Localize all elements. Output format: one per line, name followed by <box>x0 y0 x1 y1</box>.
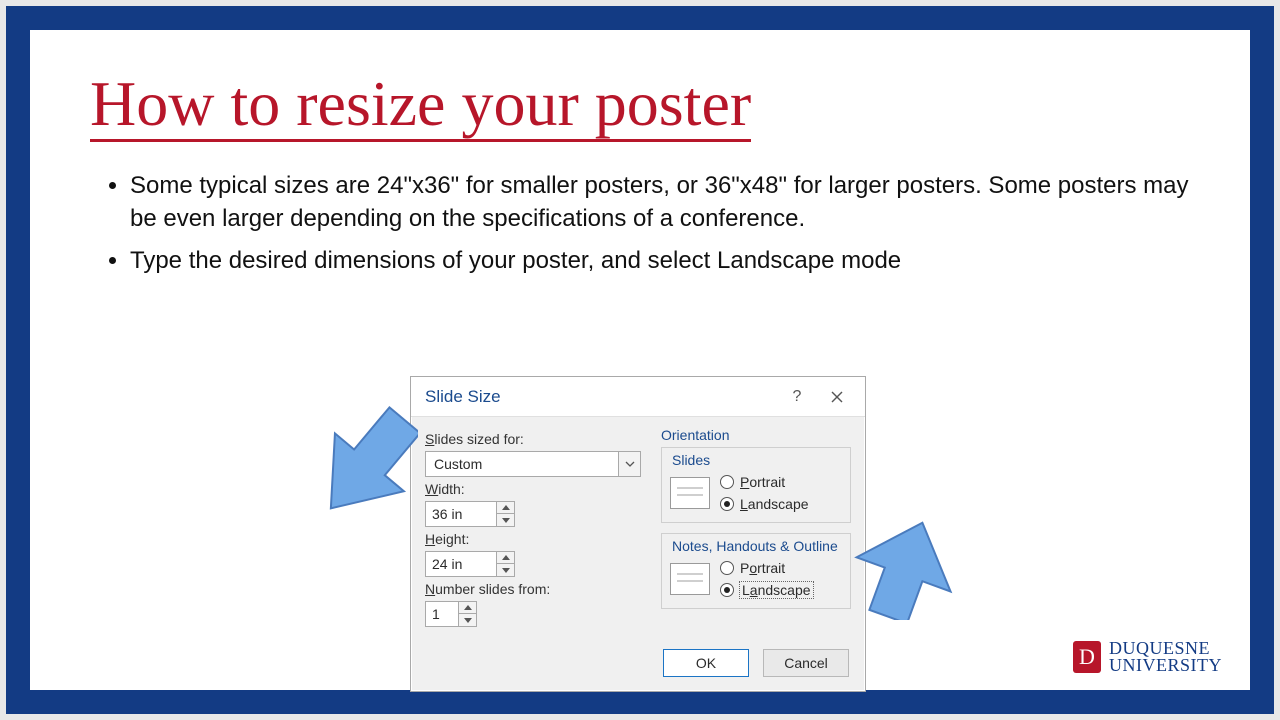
dialog-title: Slide Size <box>425 387 777 407</box>
group-heading-slides: Slides <box>672 452 842 468</box>
orientation-slides-group: Slides Portrait Landscape <box>661 447 851 523</box>
group-heading-notes: Notes, Handouts & Outline <box>672 538 842 554</box>
bullet-item: Some typical sizes are 24"x36" for small… <box>130 170 1190 235</box>
dialog-right-column: Orientation Slides Portrait <box>661 427 851 627</box>
radio-label: Landscape <box>740 496 809 512</box>
number-from-spinner[interactable]: 1 <box>425 601 477 627</box>
radio-icon <box>720 561 734 575</box>
close-button[interactable] <box>817 383 857 411</box>
radio-notes-portrait[interactable]: Portrait <box>720 560 813 576</box>
radio-slides-portrait[interactable]: Portrait <box>720 474 809 490</box>
page-landscape-icon <box>670 477 710 509</box>
spin-up-icon[interactable] <box>497 552 514 564</box>
cancel-button[interactable]: Cancel <box>763 649 849 677</box>
arrow-icon <box>308 405 418 535</box>
height-value: 24 in <box>426 556 496 572</box>
callout-arrow-left <box>308 405 418 535</box>
bullet-item: Type the desired dimensions of your post… <box>130 245 1190 277</box>
brand-logo: D DUQUESNE UNIVERSITY <box>1073 640 1222 674</box>
spin-down-icon[interactable] <box>497 564 514 576</box>
dialog-titlebar: Slide Size ? <box>411 377 865 417</box>
bullet-list: Some typical sizes are 24"x36" for small… <box>102 170 1190 277</box>
arrow-icon <box>842 510 972 620</box>
logo-line2: UNIVERSITY <box>1109 657 1222 674</box>
slide-content: How to resize your poster Some typical s… <box>30 30 1250 690</box>
radio-label: Portrait <box>740 474 785 490</box>
radio-label: Landscape <box>740 582 813 598</box>
logo-badge: D <box>1073 641 1101 673</box>
page-landscape-icon <box>670 563 710 595</box>
radio-slides-landscape[interactable]: Landscape <box>720 496 809 512</box>
radio-label: Portrait <box>740 560 785 576</box>
width-value: 36 in <box>426 506 496 522</box>
label-height: Height: <box>425 531 641 547</box>
callout-arrow-right <box>842 510 972 620</box>
spinner-buttons[interactable] <box>496 552 514 576</box>
dialog-footer: OK Cancel <box>411 641 865 691</box>
height-spinner[interactable]: 24 in <box>425 551 515 577</box>
number-from-value: 1 <box>426 606 458 622</box>
select-value: Custom <box>426 456 618 472</box>
chevron-down-icon <box>618 452 640 476</box>
spinner-buttons[interactable] <box>496 502 514 526</box>
spin-up-icon[interactable] <box>459 602 476 614</box>
slide-size-dialog: Slide Size ? Slides sized for: Custom Wi… <box>410 376 866 692</box>
orientation-notes-group: Notes, Handouts & Outline Portrait <box>661 533 851 609</box>
label-width: Width: <box>425 481 641 497</box>
radio-notes-landscape[interactable]: Landscape <box>720 582 813 598</box>
label-number-from: Number slides from: <box>425 581 641 597</box>
spinner-buttons[interactable] <box>458 602 476 626</box>
help-button[interactable]: ? <box>777 383 817 411</box>
dialog-body: Slides sized for: Custom Width: 36 in <box>411 417 865 641</box>
radio-icon <box>720 583 734 597</box>
slides-sized-for-select[interactable]: Custom <box>425 451 641 477</box>
slide-frame: How to resize your poster Some typical s… <box>6 6 1274 714</box>
ok-button[interactable]: OK <box>663 649 749 677</box>
spin-up-icon[interactable] <box>497 502 514 514</box>
radio-icon <box>720 475 734 489</box>
label-slides-sized-for: Slides sized for: <box>425 431 641 447</box>
label-orientation: Orientation <box>661 427 851 443</box>
logo-text: DUQUESNE UNIVERSITY <box>1109 640 1222 674</box>
close-icon <box>830 390 844 404</box>
page-title: How to resize your poster <box>90 70 751 142</box>
width-spinner[interactable]: 36 in <box>425 501 515 527</box>
radio-icon <box>720 497 734 511</box>
dialog-left-column: Slides sized for: Custom Width: 36 in <box>425 427 641 627</box>
spin-down-icon[interactable] <box>497 514 514 526</box>
spin-down-icon[interactable] <box>459 614 476 626</box>
